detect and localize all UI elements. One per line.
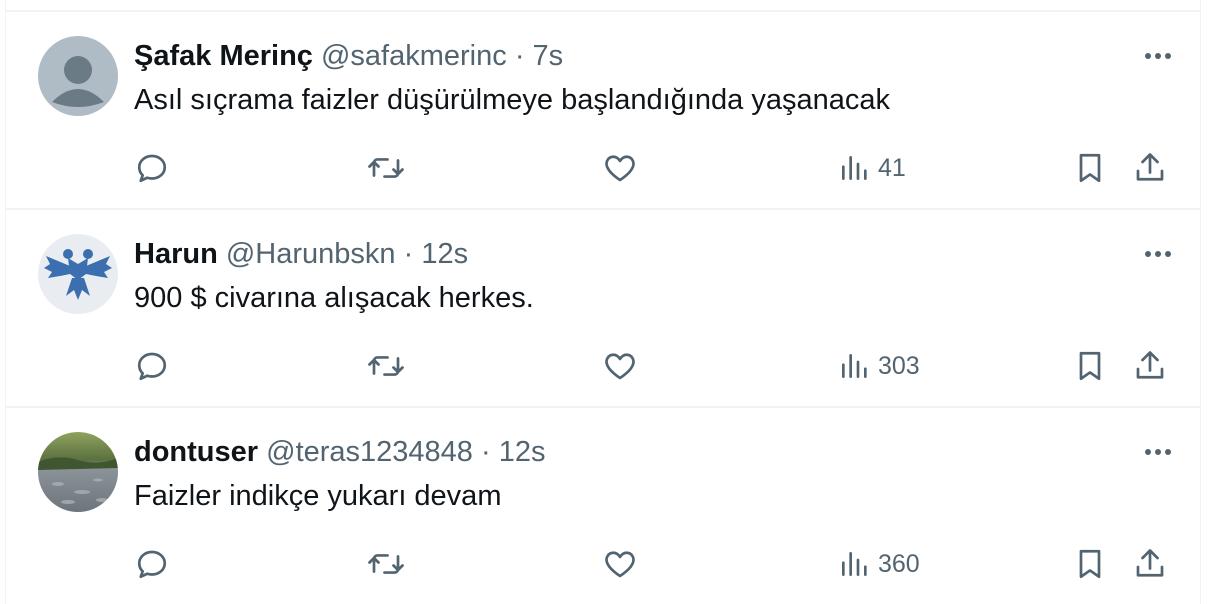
reply-button[interactable] [134,346,170,386]
analytics-icon [842,552,867,576]
more-options-icon[interactable] [1140,242,1176,266]
reply-button[interactable] [134,148,170,188]
reply-icon [137,550,167,579]
retweet-icon [368,554,404,574]
display-name[interactable]: Harun [134,238,218,270]
views-count: 360 [878,549,920,578]
like-button[interactable] [602,346,638,386]
share-icon [1136,351,1164,379]
tweet-text: Asıl sıçrama faizler düşürülmeye başland… [134,84,890,116]
tweet[interactable]: Şafak Merinç @safakmerinc · 7s Asıl sıçr… [6,10,1200,208]
retweet-button[interactable] [366,544,406,584]
bookmark-icon [1079,351,1101,381]
more-options-icon[interactable] [1140,44,1176,68]
retweet-icon [368,356,404,376]
heart-icon [605,353,635,380]
analytics-icon [842,354,867,378]
default-avatar-icon [38,36,118,116]
avatar[interactable] [38,36,118,116]
share-button[interactable] [1132,148,1168,188]
user-handle[interactable]: @Harunbskn [226,238,396,270]
double-headed-eagle-emblem [38,234,118,314]
retweet-button[interactable] [366,346,406,386]
timestamp[interactable]: · 7s [515,40,563,72]
reply-button[interactable] [134,544,170,584]
tweet-header: dontuser @teras1234848 · 12s [134,434,545,470]
tweet-header: Şafak Merinç @safakmerinc · 7s [134,38,563,74]
reply-icon [137,352,167,381]
views-count: 303 [878,351,920,380]
analytics-icon [842,156,867,180]
bookmark-button[interactable] [1072,148,1108,188]
bookmark-icon [1079,549,1101,579]
avatar[interactable] [38,432,118,512]
display-name[interactable]: dontuser [134,436,258,468]
tweet-text: Faizler indikçe yukarı devam [134,480,502,512]
timestamp[interactable]: · 12s [404,238,468,270]
retweet-icon [368,158,404,178]
avatar[interactable] [38,234,118,314]
more-options-icon[interactable] [1140,440,1176,464]
views-count: 41 [878,153,906,182]
heart-icon [605,155,635,182]
share-button[interactable] [1132,346,1168,386]
tweet-text: 900 $ civarına alışacak herkes. [134,282,534,314]
like-button[interactable] [602,148,638,188]
views-button[interactable]: 360 [838,544,920,584]
tweet-header: Harun @Harunbskn · 12s [134,236,468,272]
bookmark-button[interactable] [1072,346,1108,386]
views-button[interactable]: 303 [838,346,920,386]
bookmark-button[interactable] [1072,544,1108,584]
share-icon [1136,549,1164,577]
retweet-button[interactable] [366,148,406,188]
share-button[interactable] [1132,544,1168,584]
reply-icon [137,154,167,183]
user-handle[interactable]: @safakmerinc [321,40,507,72]
tweet[interactable]: dontuser @teras1234848 · 12s Faizler ind… [6,406,1200,604]
views-button[interactable]: 41 [838,148,906,188]
share-icon [1136,153,1164,181]
river-landscape-photo [38,432,118,512]
heart-icon [605,551,635,578]
bookmark-icon [1079,153,1101,183]
display-name[interactable]: Şafak Merinç [134,40,313,72]
timestamp[interactable]: · 12s [481,436,545,468]
user-handle[interactable]: @teras1234848 [266,436,473,468]
timeline: Şafak Merinç @safakmerinc · 7s Asıl sıçr… [5,0,1201,604]
like-button[interactable] [602,544,638,584]
tweet[interactable]: Harun @Harunbskn · 12s 900 $ civarına al… [6,208,1200,406]
